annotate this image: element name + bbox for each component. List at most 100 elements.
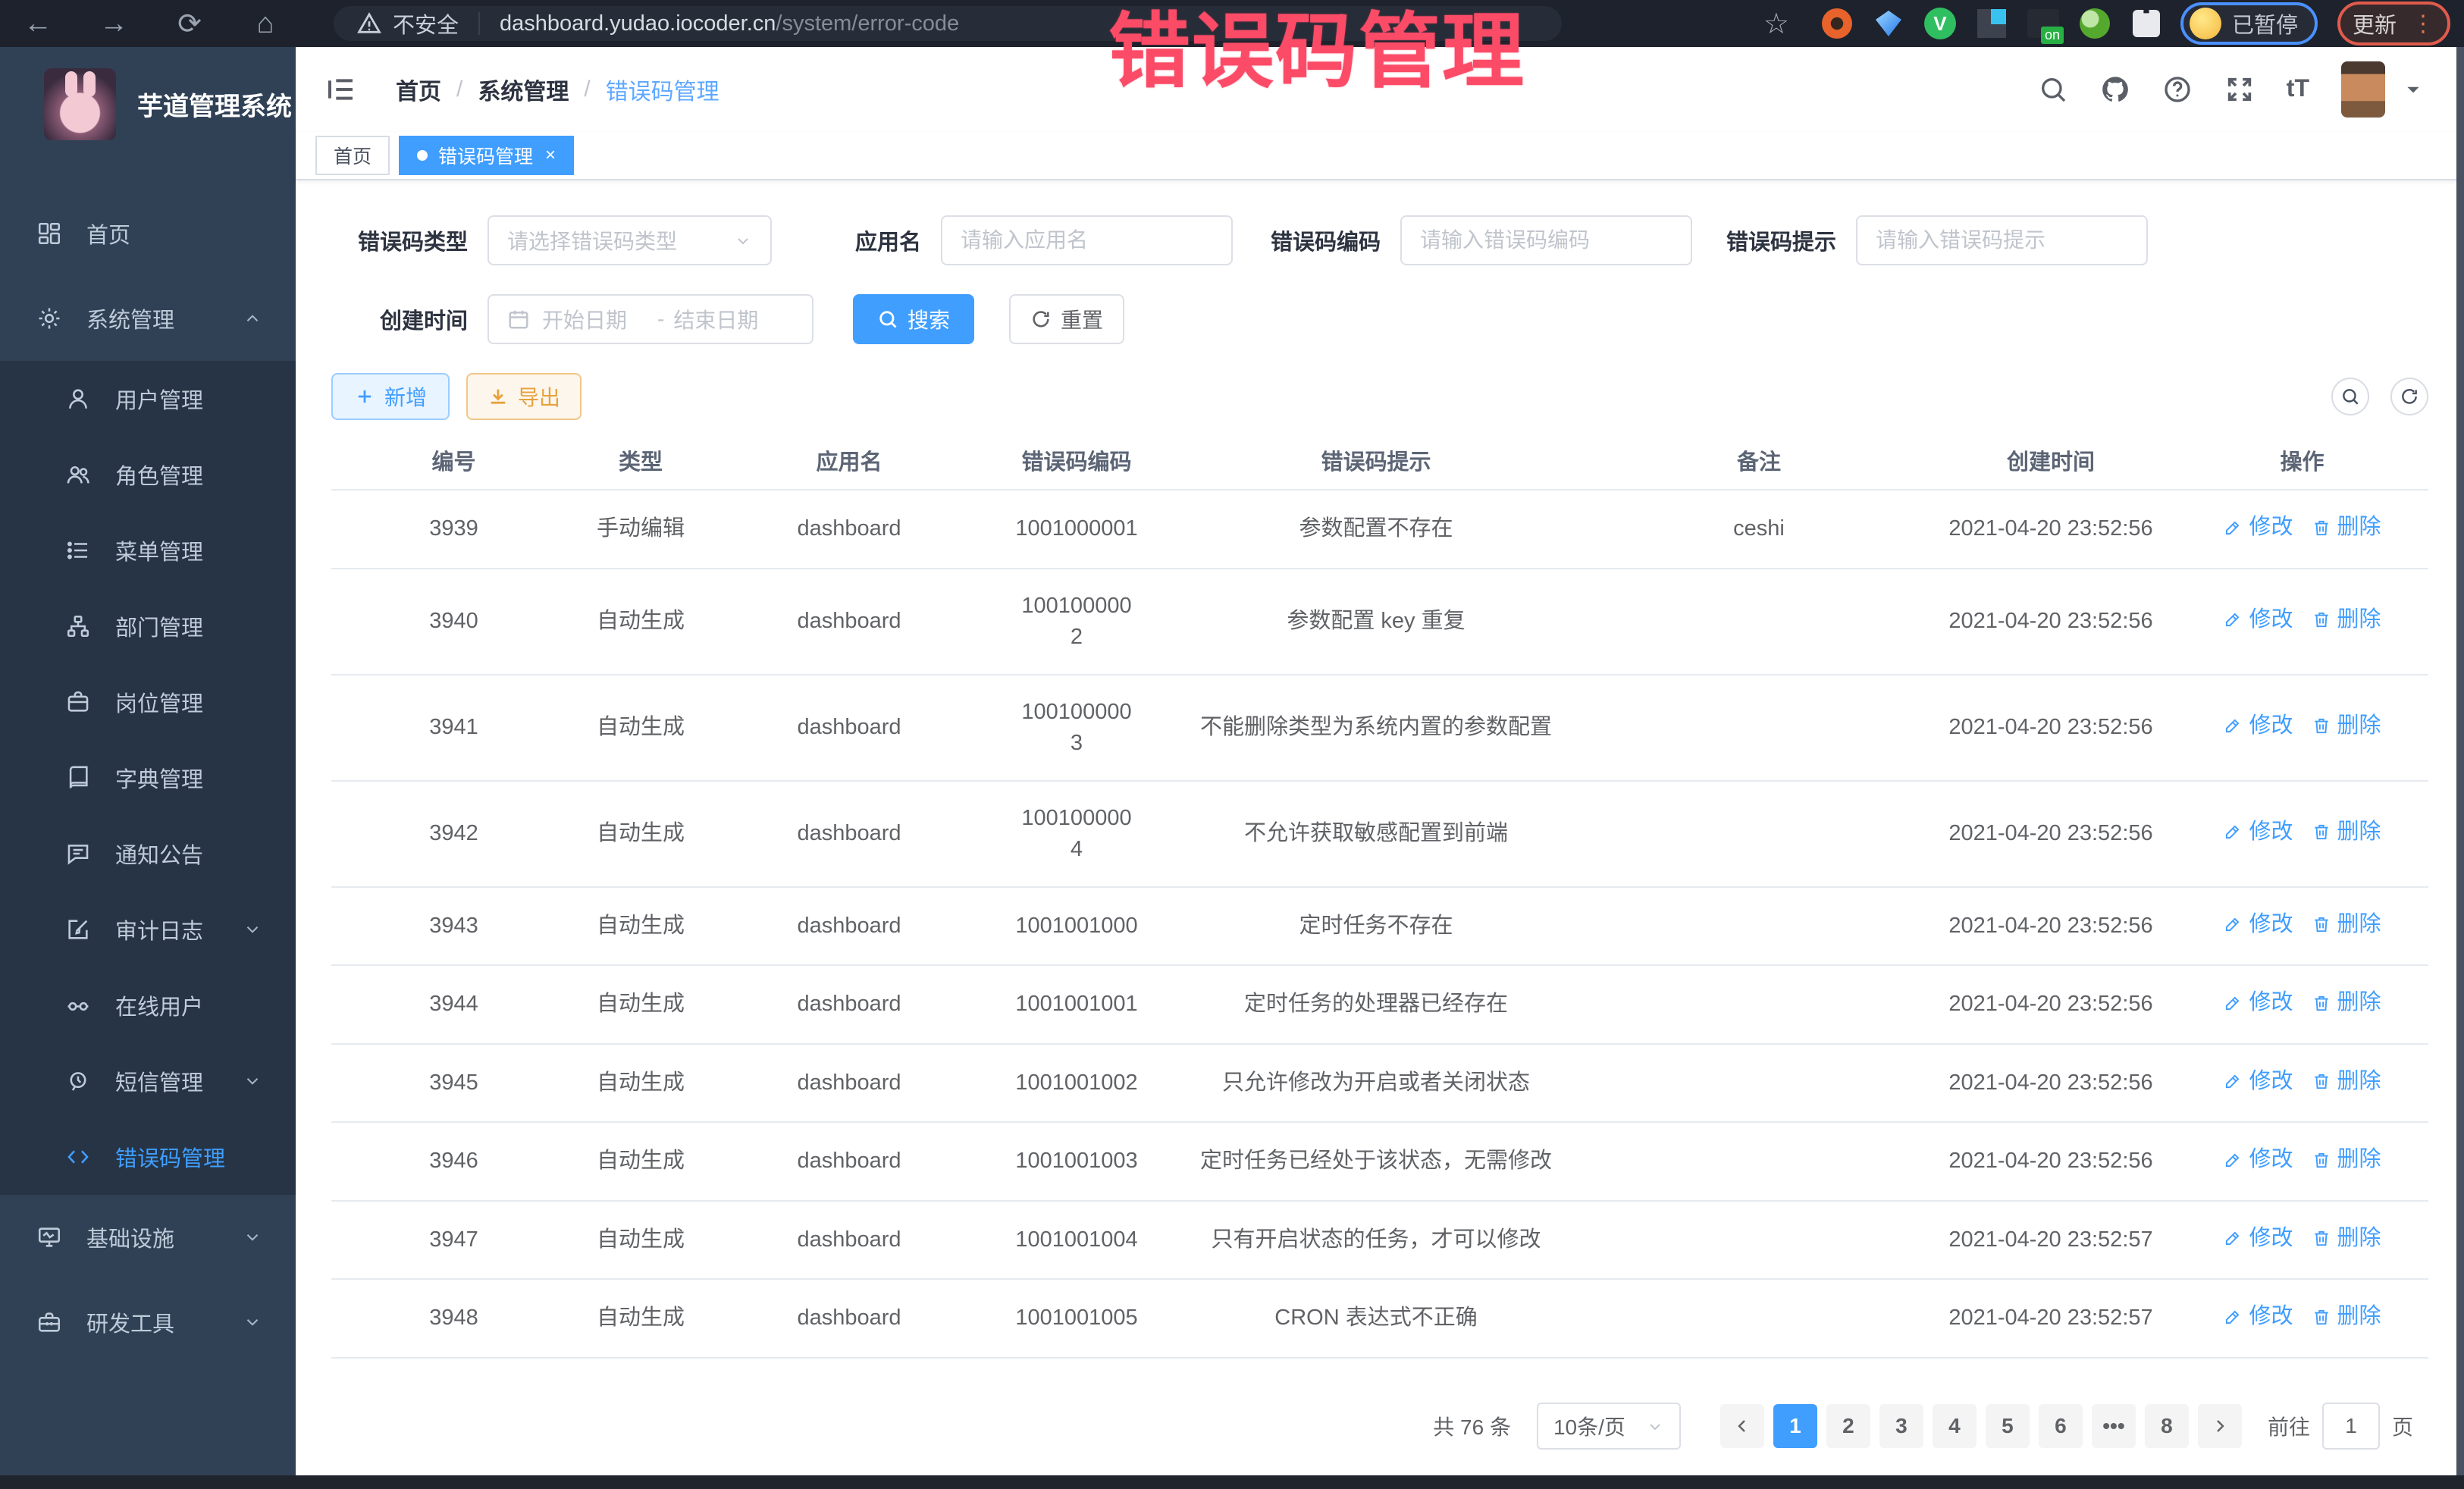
- delete-link[interactable]: 删除: [2312, 817, 2381, 848]
- sidebar-item-研发工具[interactable]: 研发工具: [0, 1280, 296, 1365]
- sidebar-item-通知公告[interactable]: 通知公告: [0, 816, 296, 892]
- delete-link[interactable]: 删除: [2312, 604, 2381, 635]
- reset-button[interactable]: 重置: [1009, 294, 1124, 344]
- delete-link[interactable]: 删除: [2312, 710, 2381, 741]
- cell-code: 1001001005: [993, 1279, 1160, 1358]
- on-badge-extension-icon[interactable]: [2026, 6, 2061, 41]
- avatar-caret-down-icon[interactable]: [2403, 80, 2423, 99]
- add-button[interactable]: 新增: [331, 373, 450, 420]
- next-page-button[interactable]: [2198, 1404, 2242, 1448]
- user-avatar[interactable]: [2341, 61, 2385, 118]
- edit-link[interactable]: 修改: [2223, 817, 2293, 848]
- page-button-5[interactable]: 5: [1986, 1404, 2030, 1448]
- browser-forward-icon[interactable]: →: [76, 8, 152, 40]
- cell-id: 3941: [331, 675, 576, 781]
- font-size-icon[interactable]: tT: [2287, 74, 2309, 105]
- delete-link[interactable]: 删除: [2312, 1066, 2381, 1097]
- edit-link[interactable]: 修改: [2223, 512, 2293, 543]
- grid-extension-icon[interactable]: [1974, 6, 2009, 41]
- search-button[interactable]: 搜索: [853, 294, 974, 344]
- paused-extension-badge[interactable]: 已暂停: [2180, 2, 2318, 45]
- page-content: 错误码类型 请选择错误码类型 应用名 错误码编码: [296, 180, 2464, 1475]
- app-logo-row[interactable]: 芋道管理系统: [0, 47, 296, 161]
- bookmark-star-icon[interactable]: ☆: [1763, 7, 1789, 41]
- edit-link[interactable]: 修改: [2223, 1066, 2293, 1097]
- prev-page-button[interactable]: [1720, 1404, 1764, 1448]
- goto-page-input[interactable]: 1: [2322, 1403, 2380, 1450]
- create-time-range-picker[interactable]: 开始日期 - 结束日期: [487, 294, 813, 344]
- edit-link[interactable]: 修改: [2223, 909, 2293, 940]
- cell-app: dashboard: [705, 490, 993, 569]
- sidebar-item-首页[interactable]: 首页: [0, 191, 296, 276]
- sidebar-item-短信管理[interactable]: 短信管理: [0, 1043, 296, 1119]
- github-icon[interactable]: [2100, 74, 2130, 105]
- delete-link[interactable]: 删除: [2312, 909, 2381, 940]
- breadcrumb-system[interactable]: 系统管理: [478, 73, 569, 106]
- tab-home[interactable]: 首页: [315, 136, 390, 175]
- error-hint-input[interactable]: [1856, 215, 2148, 265]
- download-icon: [487, 386, 509, 407]
- export-button[interactable]: 导出: [466, 373, 582, 420]
- refresh-table-button[interactable]: [2390, 378, 2428, 415]
- sidebar-item-在线用户[interactable]: 在线用户: [0, 967, 296, 1043]
- tab-error-code[interactable]: 错误码管理 ×: [399, 136, 574, 175]
- sidebar-item-用户管理[interactable]: 用户管理: [0, 361, 296, 437]
- tab-close-icon[interactable]: ×: [545, 145, 556, 166]
- delete-link[interactable]: 删除: [2312, 987, 2381, 1018]
- search-button-label: 搜索: [908, 304, 950, 334]
- collapse-sidebar-icon[interactable]: [326, 74, 356, 105]
- delete-link[interactable]: 删除: [2312, 1223, 2381, 1254]
- browser-back-icon[interactable]: ←: [0, 8, 76, 40]
- table-row: 3946自动生成dashboard1001001003定时任务已经处于该状态，无…: [331, 1122, 2428, 1201]
- page-size-select[interactable]: 10条/页: [1537, 1403, 1681, 1450]
- page-button-6[interactable]: 6: [2039, 1404, 2083, 1448]
- search-icon[interactable]: [2038, 74, 2068, 105]
- show-search-toggle-button[interactable]: [2331, 378, 2369, 415]
- blue-gem-extension-icon[interactable]: [1871, 6, 1906, 41]
- browser-reload-icon[interactable]: ⟳: [152, 7, 227, 41]
- sidebar-item-部门管理[interactable]: 部门管理: [0, 588, 296, 664]
- sidebar-item-角色管理[interactable]: 角色管理: [0, 437, 296, 513]
- sidebar-item-错误码管理[interactable]: 错误码管理: [0, 1119, 296, 1195]
- sidebar-item-菜单管理[interactable]: 菜单管理: [0, 513, 296, 588]
- edit-link[interactable]: 修改: [2223, 1223, 2293, 1254]
- edit-link[interactable]: 修改: [2223, 1144, 2293, 1175]
- edit-link[interactable]: 修改: [2223, 1301, 2293, 1332]
- sidebar-item-系统管理[interactable]: 系统管理: [0, 276, 296, 361]
- breadcrumb-home[interactable]: 首页: [396, 73, 441, 106]
- delete-link[interactable]: 删除: [2312, 1144, 2381, 1175]
- page-button-3[interactable]: 3: [1879, 1404, 1923, 1448]
- page-button-2[interactable]: 2: [1826, 1404, 1870, 1448]
- window-scrollbar[interactable]: [2456, 47, 2464, 1475]
- app-name-input[interactable]: [941, 215, 1233, 265]
- kebab-menu-icon[interactable]: ⋮: [2412, 11, 2435, 37]
- fullscreen-icon[interactable]: [2224, 74, 2255, 105]
- key-extension-icon[interactable]: [2077, 6, 2112, 41]
- edit-link[interactable]: 修改: [2223, 604, 2293, 635]
- sidebar-item-审计日志[interactable]: 审计日志: [0, 892, 296, 967]
- infrastructure-icon: [36, 1224, 62, 1250]
- page-button-8[interactable]: 8: [2145, 1404, 2189, 1448]
- help-icon[interactable]: [2162, 74, 2193, 105]
- delete-link[interactable]: 删除: [2312, 1301, 2381, 1332]
- error-code-input[interactable]: [1400, 215, 1692, 265]
- edit-link[interactable]: 修改: [2223, 987, 2293, 1018]
- sidebar-item-基础设施[interactable]: 基础设施: [0, 1195, 296, 1280]
- cell-type: 自动生成: [576, 965, 705, 1044]
- column-header: 错误码提示: [1160, 431, 1592, 490]
- table-row: 3945自动生成dashboard1001001002只允许修改为开启或者关闭状…: [331, 1044, 2428, 1123]
- orange-extension-icon[interactable]: [1820, 6, 1854, 41]
- delete-link[interactable]: 删除: [2312, 512, 2381, 543]
- sidebar-item-字典管理[interactable]: 字典管理: [0, 740, 296, 816]
- page-button-1[interactable]: 1: [1773, 1404, 1817, 1448]
- browser-home-icon[interactable]: ⌂: [227, 8, 303, 40]
- pager-more-button[interactable]: •••: [2092, 1404, 2136, 1448]
- green-circle-extension-icon[interactable]: V: [1923, 6, 1958, 41]
- puzzle-extension-icon[interactable]: [2129, 6, 2164, 41]
- error-code-type-select[interactable]: 请选择错误码类型: [487, 215, 772, 265]
- edit-link[interactable]: 修改: [2223, 710, 2293, 741]
- select-placeholder: 请选择错误码类型: [507, 225, 677, 255]
- sidebar-item-岗位管理[interactable]: 岗位管理: [0, 664, 296, 740]
- browser-update-button[interactable]: 更新 ⋮: [2337, 2, 2450, 45]
- page-button-4[interactable]: 4: [1933, 1404, 1977, 1448]
